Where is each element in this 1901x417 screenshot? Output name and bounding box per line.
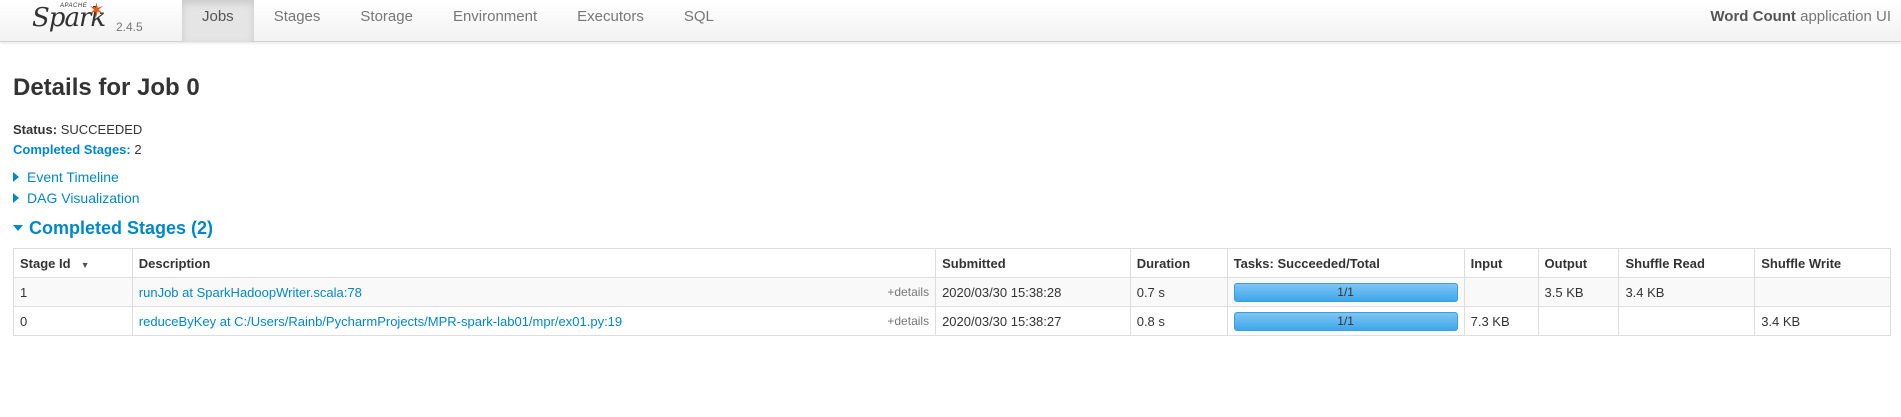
cell-duration: 0.8 s [1129, 306, 1228, 336]
details-toggle[interactable]: +details [887, 314, 929, 328]
cell-submitted: 2020/03/30 15:38:27 [935, 306, 1131, 336]
cell-duration: 0.7 s [1129, 277, 1228, 307]
cell-shuffle-write [1754, 277, 1891, 307]
col-stage-id[interactable]: Stage Id ▼ [13, 248, 133, 278]
tab-stages[interactable]: Stages [254, 0, 341, 42]
cell-stage-id: 1 [13, 277, 133, 307]
cell-submitted: 2020/03/30 15:38:28 [935, 277, 1131, 307]
stage-description-link[interactable]: runJob at SparkHadoopWriter.scala:78 [139, 285, 362, 300]
completed-stages-header: Completed Stages (2) [29, 218, 214, 238]
dag-visualization-label: DAG Visualization [27, 190, 140, 206]
caret-down-icon [13, 225, 23, 231]
col-output[interactable]: Output [1537, 248, 1620, 278]
cell-tasks: 1/1 [1226, 306, 1465, 336]
tab-jobs[interactable]: Jobs [182, 0, 254, 42]
nav-tabs: Jobs Stages Storage Environment Executor… [182, 0, 734, 42]
cell-shuffle-write: 3.4 KB [1754, 306, 1891, 336]
spark-logo[interactable]: Spark APACHE ✶ 2.4.5 [30, 0, 150, 42]
cell-description: runJob at SparkHadoopWriter.scala:78 +de… [131, 277, 937, 307]
tasks-progress-bar: 1/1 [1233, 311, 1458, 331]
col-tasks[interactable]: Tasks: Succeeded/Total [1226, 248, 1465, 278]
completed-stages-value: 2 [134, 142, 142, 157]
table-row: 1 runJob at SparkHadoopWriter.scala:78 +… [13, 277, 1891, 307]
col-input[interactable]: Input [1463, 248, 1539, 278]
details-toggle[interactable]: +details [887, 285, 929, 299]
job-summary: Status: SUCCEEDED Completed Stages: 2 [13, 120, 142, 160]
col-duration[interactable]: Duration [1129, 248, 1228, 278]
completed-stages-line: Completed Stages: 2 [13, 140, 142, 160]
caret-right-icon [13, 193, 19, 203]
page-title: Details for Job 0 [13, 74, 200, 101]
cell-tasks: 1/1 [1226, 277, 1465, 307]
cell-description: reduceByKey at C:/Users/Rainb/PycharmPro… [131, 306, 937, 336]
cell-output: 3.5 KB [1537, 277, 1620, 307]
event-timeline-label: Event Timeline [27, 169, 119, 185]
app-name: Word Count application UI [1710, 0, 1891, 34]
col-shuffle-read[interactable]: Shuffle Read [1618, 248, 1756, 278]
status-label: Status: [13, 122, 58, 137]
tab-executors[interactable]: Executors [557, 0, 664, 42]
stages-table: Stage Id ▼ Description Submitted Duration… [13, 248, 1891, 336]
cell-shuffle-read: 3.4 KB [1618, 277, 1756, 307]
completed-stages-link[interactable]: Completed Stages: [13, 142, 131, 157]
completed-stages-toggle[interactable]: Completed Stages (2) [13, 218, 213, 239]
spark-version: 2.4.5 [116, 20, 143, 34]
table-row: 0 reduceByKey at C:/Users/Rainb/PycharmP… [13, 306, 1891, 336]
table-header-row: Stage Id ▼ Description Submitted Duration… [13, 248, 1891, 278]
col-stage-id-label: Stage Id [20, 255, 71, 271]
cell-output [1537, 306, 1620, 336]
star-icon: ✶ [88, 0, 105, 22]
dag-visualization-toggle[interactable]: DAG Visualization [13, 190, 140, 206]
top-navbar: Spark APACHE ✶ 2.4.5 Jobs Stages Storage… [0, 0, 1901, 42]
sort-desc-icon: ▼ [80, 259, 90, 270]
app-name-suffix: application UI [1795, 8, 1891, 25]
event-timeline-toggle[interactable]: Event Timeline [13, 169, 119, 185]
cell-stage-id: 0 [13, 306, 133, 336]
col-submitted[interactable]: Submitted [935, 248, 1131, 278]
status-line: Status: SUCCEEDED [13, 120, 142, 140]
app-name-bold: Word Count [1710, 8, 1796, 25]
cell-shuffle-read [1618, 306, 1756, 336]
tab-environment[interactable]: Environment [433, 0, 557, 42]
caret-right-icon [13, 172, 19, 182]
tasks-progress-bar: 1/1 [1233, 282, 1458, 302]
tab-sql[interactable]: SQL [664, 0, 734, 42]
tab-storage[interactable]: Storage [340, 0, 433, 42]
status-value: SUCCEEDED [60, 122, 143, 137]
cell-input: 7.3 KB [1463, 306, 1539, 336]
col-description[interactable]: Description [131, 248, 937, 278]
logo-apache: APACHE [60, 3, 88, 9]
stage-description-link[interactable]: reduceByKey at C:/Users/Rainb/PycharmPro… [139, 314, 622, 329]
col-shuffle-write[interactable]: Shuffle Write [1754, 248, 1891, 278]
cell-input [1463, 277, 1539, 307]
